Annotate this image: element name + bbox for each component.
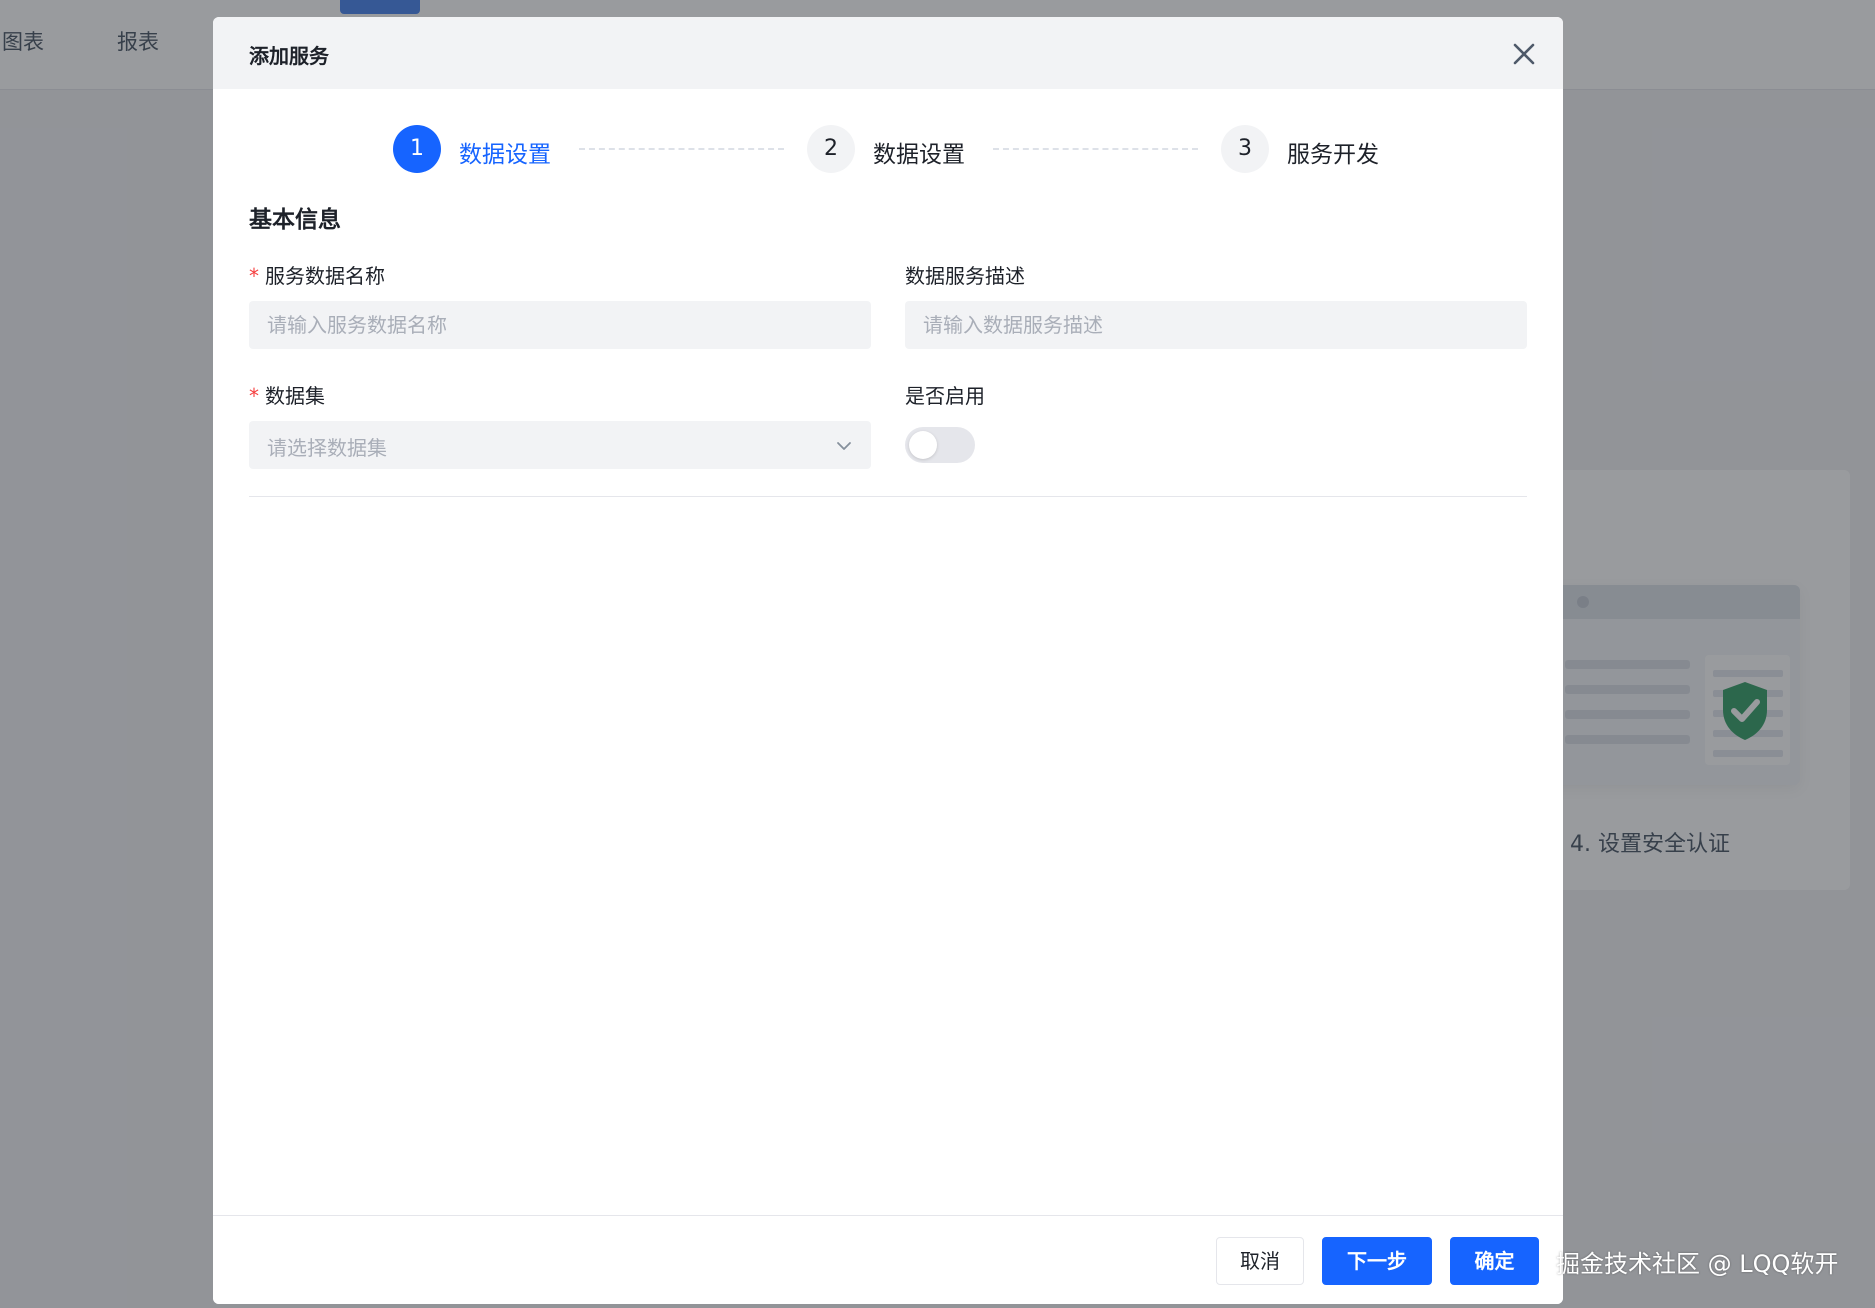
step-connector [993,148,1198,150]
dataset-label-text: 数据集 [265,384,325,408]
dataset-label: * 数据集 [249,380,325,409]
service-name-label: * 服务数据名称 [249,260,385,289]
service-description-input[interactable] [905,301,1527,349]
confirm-button[interactable]: 确定 [1450,1237,1539,1285]
enabled-switch[interactable] [905,427,975,463]
dataset-select[interactable]: 请选择数据集 [249,421,871,469]
required-mark: * [249,384,259,408]
next-step-button[interactable]: 下一步 [1322,1237,1432,1285]
service-name-input[interactable] [249,301,871,349]
chevron-down-icon [837,442,851,450]
dialog-footer: 取消 下一步 确定 [213,1215,1563,1304]
step-number: 2 [807,125,855,173]
close-icon [1513,43,1535,65]
service-description-label-text: 数据服务描述 [905,264,1025,288]
step-number: 1 [393,125,441,173]
service-name-label-text: 服务数据名称 [265,264,385,288]
step-label: 服务开发 [1287,142,1379,168]
enabled-label: 是否启用 [905,380,985,409]
step-label: 数据设置 [873,142,965,168]
step-number: 3 [1221,125,1269,173]
step-label: 数据设置 [459,142,551,168]
dialog-title: 添加服务 [249,44,329,68]
watermark: 掘金技术社区 @ LQQ软开 [1556,1250,1839,1278]
enabled-label-text: 是否启用 [905,384,985,408]
dataset-select-placeholder: 请选择数据集 [267,436,387,460]
dialog-header: 添加服务 [213,17,1563,89]
step-connector [579,148,784,150]
add-service-dialog: 添加服务 1 数据设置 2 数据设置 3 服务开发 基本信息 *服务数据名称 数… [213,17,1563,1304]
close-button[interactable] [1507,37,1541,71]
switch-knob [909,431,937,459]
section-title-basic-info: 基本信息 [249,207,341,233]
cancel-button[interactable]: 取消 [1216,1237,1304,1285]
required-mark: * [249,264,259,288]
form-divider [249,496,1527,497]
service-description-label: 数据服务描述 [905,260,1025,289]
